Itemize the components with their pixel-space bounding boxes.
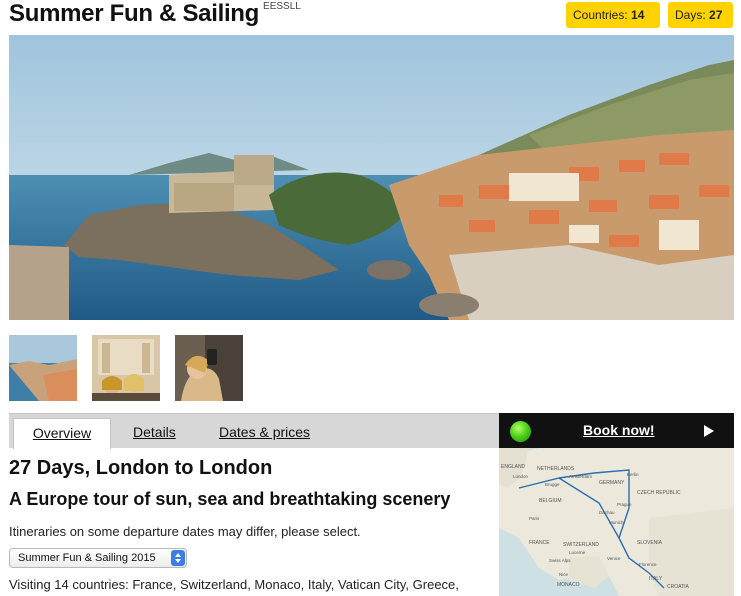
map-label: GERMANY <box>599 480 625 486</box>
tour-tabs: Overview Details Dates & prices <box>9 413 499 449</box>
departure-select-value: Summer Fun & Sailing 2015 <box>18 552 156 564</box>
days-badge: Days: 27 <box>668 2 733 28</box>
thumbnail-photo-taking-image <box>175 335 243 401</box>
tour-title: Summer Fun & Sailing <box>9 0 260 27</box>
gallery-thumbnail-1[interactable] <box>9 335 77 401</box>
map-label: London <box>513 474 529 479</box>
map-label: CROATIA <box>667 584 690 590</box>
map-label: Brugge <box>545 482 560 487</box>
tab-details[interactable]: Details <box>133 418 176 449</box>
select-arrows-icon <box>171 550 185 566</box>
availability-indicator-icon <box>510 421 531 442</box>
book-now-button[interactable]: Book now! <box>499 413 734 448</box>
countries-badge-label: Countries: <box>573 8 628 22</box>
map-label: Berlin <box>627 472 639 477</box>
map-label: Swiss Alps <box>549 558 571 563</box>
gallery-thumbnail-2[interactable] <box>92 335 160 401</box>
thumbnail-coast-image <box>9 335 77 401</box>
map-label: ITALY <box>649 576 663 582</box>
map-label: SWITZERLAND <box>563 542 599 548</box>
route-map-illustration: ENGLAND NETHERLANDS London Amsterdam Brugge G… <box>499 448 734 596</box>
map-label: Amsterdam <box>569 474 592 479</box>
map-label: Paris <box>529 516 540 521</box>
countries-visited-text: Visiting 14 countries: France, Switzerla… <box>9 577 459 592</box>
tab-overview[interactable]: Overview <box>13 418 111 449</box>
map-label: Florence <box>639 562 657 567</box>
map-label: CZECH REPUBLIC <box>637 490 681 496</box>
hero-image <box>9 35 734 320</box>
map-label: Dachau <box>599 510 615 515</box>
departure-select[interactable]: Summer Fun & Sailing 2015 <box>9 548 187 568</box>
tour-code: EESSLL <box>263 1 301 12</box>
thumbnail-fountain-selfie-image <box>92 335 160 401</box>
map-label: Prague <box>617 502 632 507</box>
countries-badge: Countries: 14 <box>566 2 660 28</box>
tour-tagline: A Europe tour of sun, sea and breathtaki… <box>9 489 451 509</box>
tour-header: Summer Fun & Sailing EESSLL <box>9 0 301 32</box>
tour-duration-heading: 27 Days, London to London <box>9 457 273 479</box>
map-label: FRANCE <box>529 540 550 546</box>
gallery-thumbnail-3[interactable] <box>175 335 243 401</box>
days-badge-label: Days: <box>675 8 706 22</box>
map-label: Nice <box>559 572 568 577</box>
countries-badge-value: 14 <box>631 8 645 22</box>
map-label: Munich <box>609 520 624 525</box>
map-label: ENGLAND <box>501 464 526 470</box>
itinerary-note: Itineraries on some departure dates may … <box>9 524 361 539</box>
play-icon <box>704 425 714 437</box>
route-map[interactable]: ENGLAND NETHERLANDS London Amsterdam Brugge G… <box>499 448 734 596</box>
map-label: Venice <box>607 556 621 561</box>
hero-scene-illustration <box>9 35 734 320</box>
tab-dates-prices[interactable]: Dates & prices <box>219 418 310 449</box>
days-badge-value: 27 <box>709 8 723 22</box>
map-label: BELGIUM <box>539 498 562 504</box>
book-now-label: Book now! <box>583 422 655 438</box>
map-label: MONACO <box>557 582 580 588</box>
map-label: NETHERLANDS <box>537 466 575 472</box>
map-label: SLOVENIA <box>637 540 663 546</box>
map-label: Lucerne <box>569 550 586 555</box>
